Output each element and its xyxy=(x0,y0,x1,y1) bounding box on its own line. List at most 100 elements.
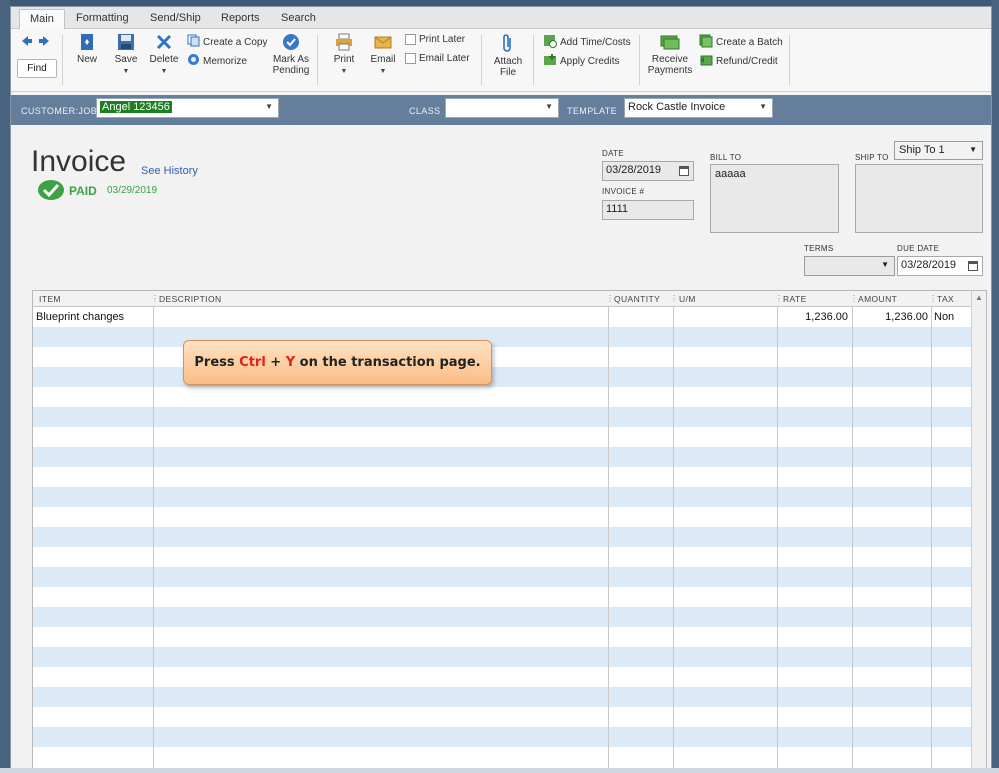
table-row[interactable] xyxy=(33,567,971,587)
memorize-button[interactable]: Memorize xyxy=(187,53,247,69)
tab-main[interactable]: Main xyxy=(19,9,65,29)
invoice-number-field[interactable]: 1111 xyxy=(602,200,694,220)
column-resize-handle[interactable]: ⋮ xyxy=(151,294,159,303)
cell-amount[interactable]: 1,236.00 xyxy=(855,311,928,323)
table-row[interactable] xyxy=(33,747,971,767)
class-select[interactable]: ▼ xyxy=(445,98,559,118)
attach-label-line2: File xyxy=(499,67,517,78)
tab-formatting[interactable]: Formatting xyxy=(66,9,139,29)
paperclip-icon xyxy=(501,33,515,56)
cell-tax[interactable]: Non xyxy=(934,311,954,323)
table-row[interactable] xyxy=(33,427,971,447)
table-row[interactable] xyxy=(33,407,971,427)
table-row[interactable] xyxy=(33,347,971,367)
date-field[interactable]: 03/28/2019 xyxy=(602,161,694,181)
template-select[interactable]: Rock Castle Invoice ▼ xyxy=(624,98,773,118)
column-header-quantity[interactable]: QUANTITY xyxy=(614,294,660,304)
column-resize-handle[interactable]: ⋮ xyxy=(929,294,937,303)
table-scrollbar[interactable]: ▲ xyxy=(971,291,986,768)
toolbar-separator xyxy=(789,35,790,85)
ship-to-select[interactable]: Ship To 1 ▼ xyxy=(894,141,983,160)
table-row[interactable] xyxy=(33,487,971,507)
toolbar-separator xyxy=(62,35,63,85)
next-arrow-icon[interactable] xyxy=(38,35,50,50)
table-row[interactable] xyxy=(33,727,971,747)
cell-item[interactable]: Blueprint changes xyxy=(36,311,124,323)
tab-send-ship[interactable]: Send/Ship xyxy=(140,9,211,29)
table-row[interactable] xyxy=(33,547,971,567)
column-header-amount[interactable]: AMOUNT xyxy=(858,294,897,304)
email-later-check[interactable] xyxy=(405,53,416,64)
column-resize-handle[interactable]: ⋮ xyxy=(606,294,614,303)
table-row[interactable] xyxy=(33,587,971,607)
previous-arrow-icon[interactable] xyxy=(21,35,33,50)
column-divider xyxy=(852,307,853,768)
column-resize-handle[interactable]: ⋮ xyxy=(775,294,783,303)
apply-credits-button[interactable]: Apply Credits xyxy=(543,53,619,70)
email-later-checkbox[interactable]: Email Later xyxy=(405,53,470,64)
chevron-down-icon: ▼ xyxy=(340,68,348,75)
chevron-down-icon: ▼ xyxy=(969,145,977,154)
window-frame-right xyxy=(992,0,999,773)
receive-payments-button[interactable]: Receive Payments xyxy=(645,33,695,76)
customer-job-select[interactable]: Angel 123456 ▼ xyxy=(96,98,279,118)
email-later-label: Email Later xyxy=(419,53,470,64)
column-header-item[interactable]: ITEM xyxy=(39,294,61,304)
column-divider xyxy=(931,307,932,768)
date-value: 03/28/2019 xyxy=(606,164,662,176)
print-button[interactable]: Print ▼ xyxy=(329,33,359,77)
table-row[interactable] xyxy=(33,507,971,527)
column-divider xyxy=(673,307,674,768)
print-later-check[interactable] xyxy=(405,34,416,45)
new-document-icon xyxy=(79,33,95,54)
table-row[interactable] xyxy=(33,627,971,647)
toolbar-separator xyxy=(481,35,482,85)
scroll-up-arrow-icon[interactable]: ▲ xyxy=(975,293,983,302)
column-header-rate[interactable]: RATE xyxy=(783,294,807,304)
table-row[interactable] xyxy=(33,687,971,707)
save-button[interactable]: Save ▼ xyxy=(111,33,141,77)
attach-file-button[interactable]: Attach File xyxy=(491,33,525,78)
table-row[interactable] xyxy=(33,327,971,347)
column-header-um[interactable]: U/M xyxy=(679,294,696,304)
terms-select[interactable]: ▼ xyxy=(804,256,895,276)
table-row[interactable]: Blueprint changes 1,236.00 1,236.00 Non xyxy=(33,307,971,327)
table-row[interactable] xyxy=(33,387,971,407)
column-header-description[interactable]: DESCRIPTION xyxy=(159,294,222,304)
calendar-icon[interactable] xyxy=(968,260,978,274)
table-row[interactable] xyxy=(33,607,971,627)
column-resize-handle[interactable]: ⋮ xyxy=(850,294,858,303)
table-row[interactable] xyxy=(33,647,971,667)
bill-to-field[interactable]: aaaaa xyxy=(710,164,839,233)
table-row[interactable] xyxy=(33,447,971,467)
delete-button[interactable]: Delete ▼ xyxy=(149,33,179,77)
find-button[interactable]: Find xyxy=(17,59,57,78)
table-row[interactable] xyxy=(33,667,971,687)
column-header-tax[interactable]: TAX xyxy=(937,294,954,304)
email-button[interactable]: Email ▼ xyxy=(367,33,399,77)
see-history-link[interactable]: See History xyxy=(141,165,198,177)
mark-as-pending-button[interactable]: Mark As Pending xyxy=(269,33,313,76)
create-batch-button[interactable]: Create a Batch xyxy=(699,34,783,51)
new-button[interactable]: New xyxy=(73,33,101,65)
refund-credit-button[interactable]: Refund/Credit xyxy=(699,53,778,70)
callout-key-ctrl: Ctrl xyxy=(239,355,266,370)
create-copy-button[interactable]: Create a Copy xyxy=(187,34,267,50)
ship-to-field[interactable] xyxy=(855,164,983,233)
table-row[interactable] xyxy=(33,367,971,387)
add-time-costs-button[interactable]: Add Time/Costs xyxy=(543,34,631,51)
tab-reports[interactable]: Reports xyxy=(211,9,270,29)
due-date-field[interactable]: 03/28/2019 xyxy=(897,256,983,276)
chevron-down-icon: ▼ xyxy=(881,260,889,269)
save-label: Save xyxy=(114,54,138,65)
invoice-number-value: 1111 xyxy=(606,203,629,215)
calendar-icon[interactable] xyxy=(679,165,689,179)
column-resize-handle[interactable]: ⋮ xyxy=(670,294,678,303)
table-row[interactable] xyxy=(33,707,971,727)
apply-credits-label: Apply Credits xyxy=(560,56,620,67)
tab-search[interactable]: Search xyxy=(271,9,326,29)
table-row[interactable] xyxy=(33,527,971,547)
print-later-checkbox[interactable]: Print Later xyxy=(405,34,465,45)
cell-rate[interactable]: 1,236.00 xyxy=(795,311,848,323)
table-row[interactable] xyxy=(33,467,971,487)
